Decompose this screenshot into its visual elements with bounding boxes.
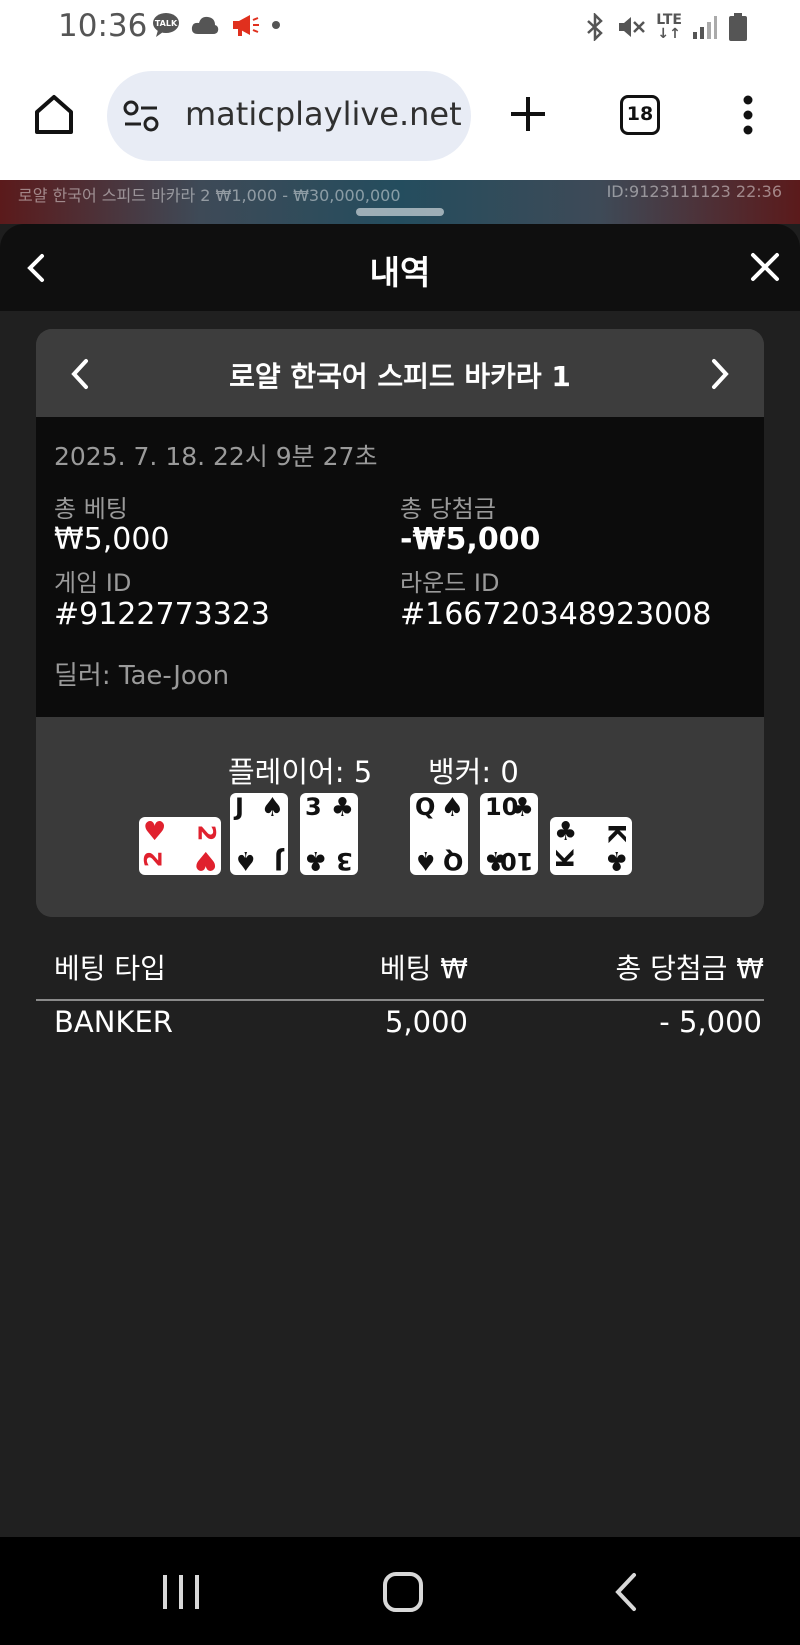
- close-icon[interactable]: [750, 252, 780, 282]
- card-suit: ♣: [510, 793, 534, 823]
- battery-icon: [729, 13, 747, 41]
- signal-icon: [693, 16, 717, 39]
- card-rank: K: [551, 849, 580, 869]
- talk-icon: TALK: [153, 13, 179, 37]
- card-header: 로얄 한국어 스피드 바카라 1: [36, 329, 764, 417]
- dot-icon: [272, 21, 280, 29]
- lte-label: LTE: [656, 12, 682, 28]
- card-suit: ♥: [143, 817, 167, 847]
- status-bar: 10:36 TALK LTE ↓↑: [0, 0, 800, 52]
- banker-card-3: ♣ K K ♣: [550, 817, 632, 875]
- cloud-icon: [191, 16, 219, 34]
- history-panel-body: 로얄 한국어 스피드 바카라 1 2025. 7. 18. 22시 9분 27초…: [0, 311, 800, 1537]
- game-round-card: 로얄 한국어 스피드 바카라 1 2025. 7. 18. 22시 9분 27초…: [36, 329, 764, 917]
- round-id-value: #166720348923008: [400, 597, 712, 632]
- bet-amount-cell: 5,000: [384, 1005, 468, 1039]
- address-bar[interactable]: maticplaylive.net: [107, 71, 471, 161]
- system-nav-bar: [0, 1537, 800, 1645]
- url-text[interactable]: maticplaylive.net: [185, 95, 465, 133]
- panel-title: 내역: [369, 253, 431, 292]
- player-card-1: ♥ 2 2 ♥: [139, 817, 221, 875]
- next-game-icon[interactable]: [708, 357, 732, 391]
- history-panel-header: 내역: [0, 224, 800, 311]
- card-suit: ♣: [330, 793, 354, 823]
- card-suit: ♣: [304, 845, 328, 875]
- tabs-icon[interactable]: 18: [620, 95, 660, 135]
- card-rank: K: [602, 823, 631, 843]
- round-datetime: 2025. 7. 18. 22시 9분 27초: [54, 442, 378, 471]
- total-bet-label: 총 베팅: [54, 495, 128, 523]
- more-icon[interactable]: [738, 94, 758, 136]
- drag-handle[interactable]: [356, 208, 444, 216]
- recents-icon[interactable]: [160, 1573, 202, 1611]
- table-info: 로얄 한국어 스피드 바카라 2 ₩1,000 - ₩30,000,000: [18, 186, 401, 205]
- banker-card-2: 10 ♣ ♣ 10: [480, 793, 538, 875]
- card-suit: ♣: [604, 845, 628, 875]
- bet-amount-header: 베팅 ₩: [379, 952, 468, 985]
- card-suit: ♠: [414, 845, 438, 875]
- total-win-label: 총 당첨금: [400, 495, 496, 523]
- game-id-info: ID:9123111123 22:36: [606, 182, 782, 201]
- mute-icon: [619, 17, 646, 37]
- card-rank: Q: [415, 793, 436, 821]
- round-details: 2025. 7. 18. 22시 9분 27초 총 베팅 ₩5,000 총 당첨…: [36, 417, 764, 717]
- home-icon[interactable]: [32, 92, 76, 136]
- status-time: 10:36: [58, 8, 148, 44]
- total-win-value: -₩5,000: [400, 522, 541, 557]
- game-title: 로얄 한국어 스피드 바카라 1: [229, 360, 571, 393]
- status-left-icons: TALK: [152, 12, 282, 38]
- bet-type-cell: BANKER: [54, 1005, 173, 1039]
- site-settings-icon[interactable]: [123, 99, 159, 133]
- card-suit: ♠: [440, 793, 464, 823]
- bluetooth-icon: [587, 13, 604, 41]
- browser-toolbar: maticplaylive.net 18: [0, 52, 800, 180]
- new-tab-icon[interactable]: [508, 94, 548, 134]
- win-amount-cell: - 5,000: [659, 1005, 762, 1039]
- card-rank: 2: [139, 850, 168, 868]
- game-id-label: 게임 ID: [54, 569, 132, 597]
- card-rank: J: [274, 847, 283, 875]
- megaphone-icon: [233, 15, 259, 36]
- banker-card-1: Q ♠ ♠ Q: [410, 793, 468, 875]
- total-bet-value: ₩5,000: [54, 522, 170, 557]
- player-card-2: J ♠ ♠ J: [230, 793, 288, 875]
- banker-score: 뱅커: 0: [428, 755, 519, 789]
- total-win-header: 총 당첨금 ₩: [615, 952, 764, 985]
- table-divider: [36, 999, 764, 1001]
- round-id-label: 라운드 ID: [400, 569, 500, 597]
- player-score: 플레이어: 5: [228, 755, 373, 789]
- card-suit: ♠: [260, 793, 284, 823]
- card-suit: ♥: [193, 845, 217, 875]
- dealer-name: 딜러: Tae-Joon: [54, 661, 230, 691]
- tab-count: 18: [626, 103, 654, 125]
- card-rank: 3: [336, 847, 353, 875]
- hands-section: 플레이어: 5 뱅커: 0 ♥ 2 2 ♥ J ♠ ♠ J 3 ♣ ♣ 3 Q ♠ ♠ Q 10 ♣ ♣ 10 ♣ K K ♣: [36, 717, 764, 917]
- player-card-3: 3 ♣ ♣ 3: [300, 793, 358, 875]
- game-background-strip: 로얄 한국어 스피드 바카라 2 ₩1,000 - ₩30,000,000 ID…: [0, 180, 800, 224]
- lte-icon: LTE ↓↑: [656, 12, 682, 42]
- card-rank: J: [235, 793, 244, 821]
- card-rank: 2: [192, 824, 221, 842]
- card-rank: 10: [499, 847, 533, 875]
- bet-type-header: 베팅 타입: [54, 952, 166, 985]
- card-suit: ♣: [554, 817, 578, 847]
- svg-text:TALK: TALK: [155, 19, 178, 28]
- status-right-icons: LTE ↓↑: [584, 12, 748, 42]
- game-id-value: #9122773323: [54, 597, 271, 632]
- card-rank: 3: [305, 793, 322, 821]
- card-suit: ♠: [234, 845, 258, 875]
- home-nav-icon[interactable]: [382, 1571, 424, 1613]
- card-rank: Q: [442, 847, 463, 875]
- back-nav-icon[interactable]: [612, 1571, 640, 1613]
